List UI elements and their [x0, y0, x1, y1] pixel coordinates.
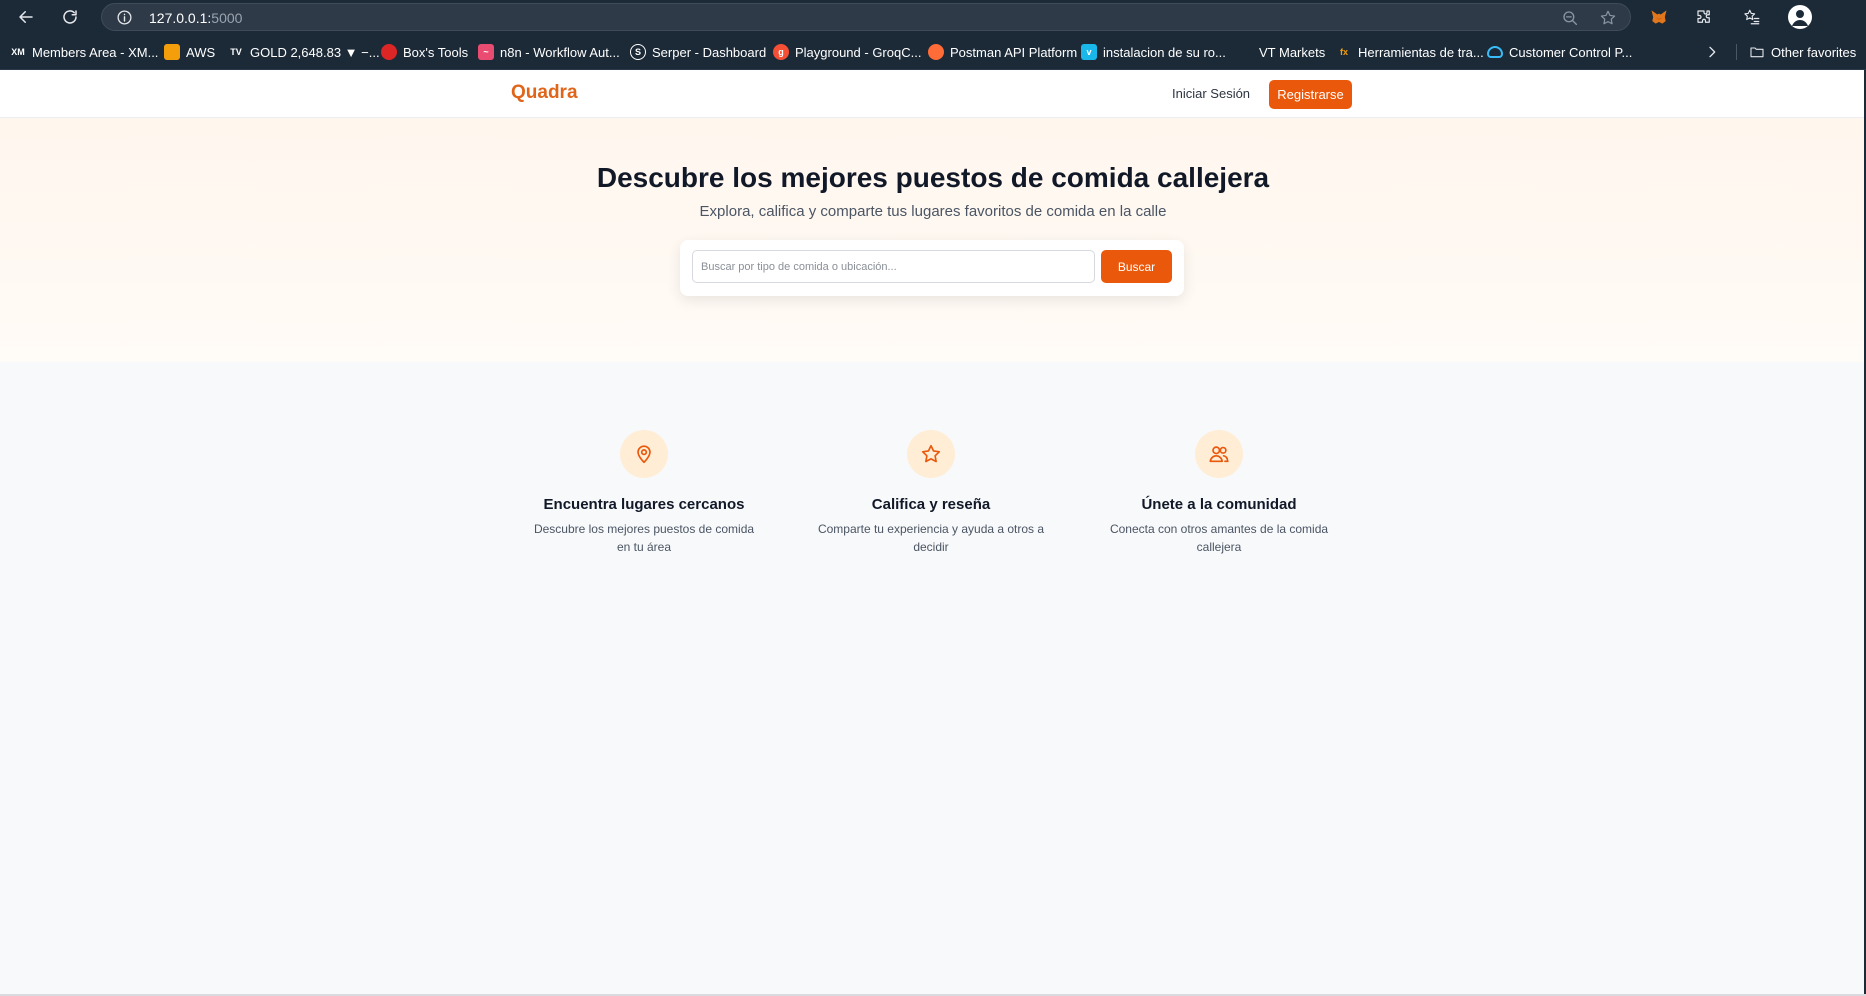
reload-icon [63, 10, 77, 24]
bookmark-label: n8n - Workflow Aut... [500, 44, 620, 60]
feature-description: Descubre los mejores puestos de comida e… [533, 522, 755, 554]
vimeo-icon: v [1081, 44, 1097, 60]
url-text[interactable]: 127.0.0.1:5000 [149, 10, 242, 26]
star-outline-icon [1600, 10, 1616, 25]
url-host: 127.0.0.1: [149, 10, 212, 26]
favorites-button[interactable] [1740, 5, 1764, 29]
bookmark-other-favorites[interactable]: Other favorites [1749, 42, 1856, 62]
groq-icon: g [773, 44, 789, 60]
feature-description: Comparte tu experiencia y ayuda a otros … [817, 522, 1045, 554]
feature-icon-circle [907, 430, 955, 478]
zoom-out-icon [1563, 11, 1578, 26]
feature-title: Encuentra lugares cercanos [543, 496, 745, 513]
bookmarks-bar: Other favorites XM Members Area - XM... AW… [0, 34, 1866, 70]
users-icon [1209, 446, 1229, 463]
bookmark-item[interactable]: Box's Tools [381, 42, 468, 62]
bookmark-item[interactable]: VT Markets [1247, 42, 1325, 62]
feature-title: Únete a la comunidad [1141, 496, 1297, 513]
site-logo[interactable]: Quadra [511, 82, 578, 104]
user-avatar-icon [1792, 10, 1808, 26]
feature-title: Califica y reseña [871, 496, 991, 513]
bookmark-item[interactable]: g Playground - GroqC... [773, 42, 921, 62]
globe-icon [381, 44, 397, 60]
n8n-icon: ~ [478, 44, 494, 60]
bookmark-item[interactable]: v instalacion de su ro... [1081, 42, 1226, 62]
bookmark-label: Customer Control P... [1509, 44, 1633, 60]
hero-title: Descubre los mejores puestos de comida c… [596, 162, 1270, 193]
map-pin-icon [637, 445, 651, 464]
aws-icon [164, 44, 180, 60]
serper-icon: S [630, 44, 646, 60]
address-bar[interactable]: 127.0.0.1:5000 [101, 3, 1631, 31]
bookmark-label: GOLD 2,648.83 ▼ −... [250, 44, 380, 60]
metamask-extension-button[interactable] [1647, 5, 1671, 29]
postman-icon [928, 44, 944, 60]
register-button[interactable]: Registrarse [1269, 80, 1352, 109]
bookmark-item[interactable]: TV GOLD 2,648.83 ▼ −... [228, 42, 380, 62]
zoom-button[interactable] [1560, 8, 1580, 28]
search-input[interactable] [692, 250, 1095, 283]
bookmark-item[interactable]: ~ n8n - Workflow Aut... [478, 42, 620, 62]
feature-icon-circle [620, 430, 668, 478]
bookmark-label: Box's Tools [403, 44, 469, 60]
puzzle-icon [1697, 10, 1710, 23]
bookmark-label: Playground - GroqC... [795, 44, 922, 60]
star-icon [921, 444, 941, 463]
hero-section: Descubre los mejores puestos de comida c… [0, 118, 1866, 362]
tradingview-icon: TV [230, 47, 242, 57]
feature-description: Conecta con otros amantes de la comida c… [1109, 522, 1329, 554]
search-card: Buscar [680, 240, 1184, 296]
url-port: 5000 [211, 10, 243, 26]
hero-subtitle: Explora, califica y comparte tus lugares… [699, 203, 1167, 220]
site-header: Quadra Iniciar Sesión Registrarse [0, 70, 1866, 118]
search-button[interactable]: Buscar [1101, 250, 1172, 283]
bookmarks-more-button[interactable] [1702, 42, 1722, 62]
bookmark-label: VT Markets [1259, 44, 1326, 60]
back-button[interactable] [14, 5, 38, 29]
feature-card: Únete a la comunidad Conecta con otros a… [1094, 430, 1344, 556]
fox-icon [1651, 10, 1667, 24]
cloud-icon [1487, 46, 1503, 58]
profile-avatar[interactable] [1788, 5, 1812, 29]
xm-icon: XM [11, 47, 25, 57]
info-icon[interactable] [116, 9, 133, 26]
favorite-button[interactable] [1598, 8, 1618, 28]
extensions-button[interactable] [1692, 5, 1716, 29]
feature-card: Encuentra lugares cercanos Descubre los … [519, 430, 769, 556]
bookmark-label: Members Area - XM... [32, 44, 159, 60]
bookmark-item[interactable]: Customer Control P... [1487, 42, 1632, 62]
browser-toolbar: 127.0.0.1:5000 [0, 0, 1866, 34]
feature-icon-circle [1195, 430, 1243, 478]
reload-button[interactable] [58, 5, 82, 29]
favorites-list-icon [1744, 9, 1760, 25]
login-link[interactable]: Iniciar Sesión [1172, 86, 1250, 101]
folder-icon [1750, 47, 1764, 58]
bookmark-item[interactable]: S Serper - Dashboard [630, 42, 766, 62]
bookmark-item[interactable]: XM Members Area - XM... [10, 42, 158, 62]
bookmark-label: instalacion de su ro... [1103, 44, 1226, 60]
bookmark-item[interactable]: Postman API Platform [928, 42, 1077, 62]
fx-icon: fx [1339, 47, 1348, 57]
bookmark-label: AWS [186, 44, 216, 60]
feature-card: Califica y reseña Comparte tu experienci… [806, 430, 1056, 556]
bookmark-item[interactable]: AWS [164, 42, 215, 62]
chevron-right-icon [1709, 46, 1716, 58]
bookmarks-divider [1736, 44, 1737, 60]
bookmark-label: Other favorites [1771, 44, 1857, 60]
arrow-left-icon [19, 11, 33, 23]
vt-icon [1247, 44, 1253, 60]
bookmark-label: Postman API Platform [950, 44, 1078, 60]
bookmark-label: Serper - Dashboard [652, 44, 767, 60]
bookmark-item[interactable]: fx Herramientas de tra... [1336, 42, 1484, 62]
page: Quadra Iniciar Sesión Registrarse Descub… [0, 70, 1866, 996]
bookmark-label: Herramientas de tra... [1358, 44, 1484, 60]
